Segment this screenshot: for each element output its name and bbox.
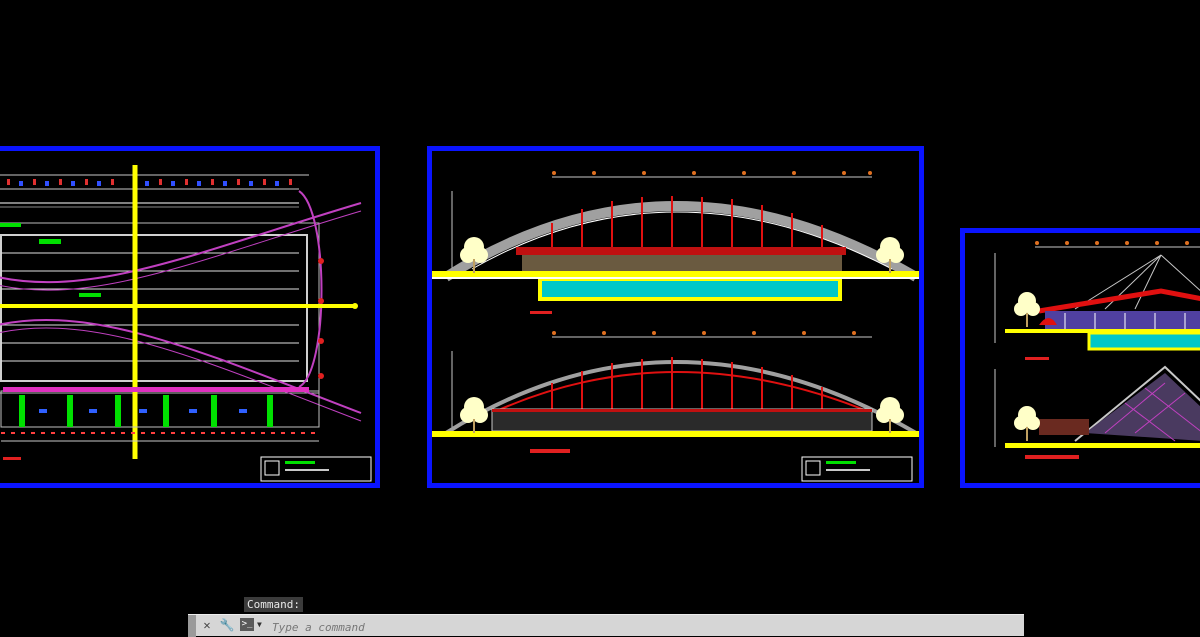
wrench-icon[interactable]: 🔧 [218,617,236,633]
command-input[interactable] [270,617,1014,637]
command-history: Command: [244,597,303,612]
command-prompt-button[interactable]: >_ ▼ [240,617,266,633]
drawing-sheet-sections[interactable] [960,228,1200,488]
command-line-bar[interactable]: ✕ 🔧 >_ ▼ [188,614,1024,637]
drawing-sheet-floor-plan[interactable] [0,146,380,488]
command-prompt-icon: >_ [240,618,254,631]
sections-drawing [994,241,1200,459]
floor-plan-drawing [0,165,372,482]
elevations-drawing [432,171,919,482]
close-icon[interactable]: ✕ [198,617,216,633]
chevron-down-icon: ▼ [257,620,262,629]
drawing-sheet-elevations[interactable] [427,146,924,488]
command-bar-grip[interactable] [188,615,196,637]
